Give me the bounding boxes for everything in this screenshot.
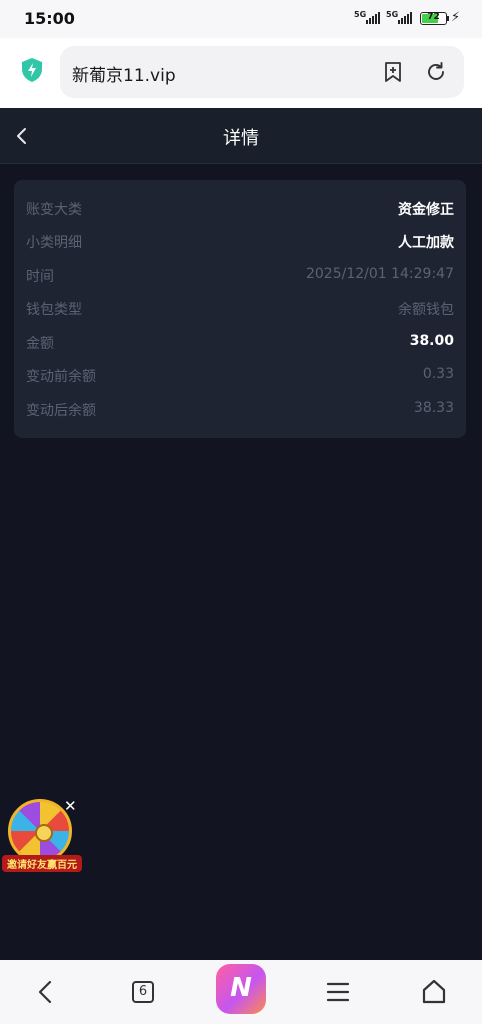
detail-label: 金额 bbox=[26, 336, 54, 352]
wheel-hub bbox=[35, 824, 53, 842]
detail-value: 38.33 bbox=[413, 400, 454, 416]
address-bar[interactable]: 新葡京11.vip bbox=[60, 46, 464, 98]
detail-row-wallet-type: 钱包类型 余额钱包 bbox=[26, 294, 454, 322]
page-header: 详情 bbox=[0, 108, 482, 164]
browser-toolbar: 新葡京11.vip bbox=[0, 38, 482, 108]
tab-count: 6 bbox=[132, 981, 154, 1003]
status-bar: 15:00 5G 5G 72 ⚡ bbox=[0, 0, 482, 38]
promo-label[interactable]: 邀请好友赢百元 bbox=[2, 855, 82, 872]
status-time: 15:00 bbox=[24, 9, 75, 28]
signal-label: 5G bbox=[354, 10, 367, 19]
charging-icon: ⚡ bbox=[451, 10, 461, 25]
battery-level: 72 bbox=[427, 12, 440, 22]
detail-row-amount: 金额 38.00 bbox=[26, 328, 454, 356]
app-launcher-button[interactable]: N bbox=[216, 964, 266, 1014]
detail-value: 余额钱包 bbox=[398, 302, 454, 318]
back-icon[interactable] bbox=[24, 970, 68, 1014]
detail-row-category: 账变大类 资金修正 bbox=[26, 194, 454, 222]
page-title: 详情 bbox=[223, 128, 259, 149]
app-logo-icon: N bbox=[230, 973, 252, 1003]
prize-wheel-icon[interactable] bbox=[8, 799, 72, 863]
add-bookmark-icon[interactable] bbox=[381, 60, 405, 84]
detail-label: 变动前余额 bbox=[26, 369, 96, 385]
detail-label: 时间 bbox=[26, 269, 54, 285]
detail-card: 账变大类 资金修正 小类明细 人工加款 时间 2025/12/01 14:29:… bbox=[14, 180, 466, 438]
url-text[interactable]: 新葡京11.vip bbox=[72, 61, 176, 86]
signal-label: 5G bbox=[386, 10, 399, 19]
detail-label: 变动后余额 bbox=[26, 403, 96, 419]
detail-value: 资金修正 bbox=[398, 202, 454, 218]
home-icon[interactable] bbox=[412, 970, 456, 1014]
detail-row-subcategory: 小类明细 人工加款 bbox=[26, 227, 454, 255]
detail-value: 2025/12/01 14:29:47 bbox=[305, 266, 454, 282]
detail-label: 账变大类 bbox=[26, 202, 82, 218]
tabs-button[interactable]: 6 bbox=[122, 970, 166, 1014]
battery-tip bbox=[447, 16, 449, 21]
detail-label: 小类明细 bbox=[26, 235, 82, 251]
security-shield-icon[interactable] bbox=[20, 57, 44, 83]
battery-icon: 72 bbox=[420, 12, 447, 25]
close-icon[interactable]: ✕ bbox=[64, 797, 77, 815]
detail-value: 0.33 bbox=[422, 366, 454, 382]
detail-row-time: 时间 2025/12/01 14:29:47 bbox=[26, 261, 454, 289]
refresh-icon[interactable] bbox=[424, 60, 448, 84]
detail-row-balance-after: 变动后余额 38.33 bbox=[26, 395, 454, 423]
browser-bottom-nav: 6 N bbox=[0, 960, 482, 1024]
menu-icon[interactable] bbox=[316, 970, 360, 1014]
promo-floating-widget[interactable]: 邀请好友赢百元 ✕ bbox=[2, 795, 82, 875]
detail-value: 38.00 bbox=[409, 333, 454, 349]
detail-row-balance-before: 变动前余额 0.33 bbox=[26, 361, 454, 389]
detail-value: 人工加款 bbox=[398, 235, 454, 251]
detail-label: 钱包类型 bbox=[26, 302, 82, 318]
